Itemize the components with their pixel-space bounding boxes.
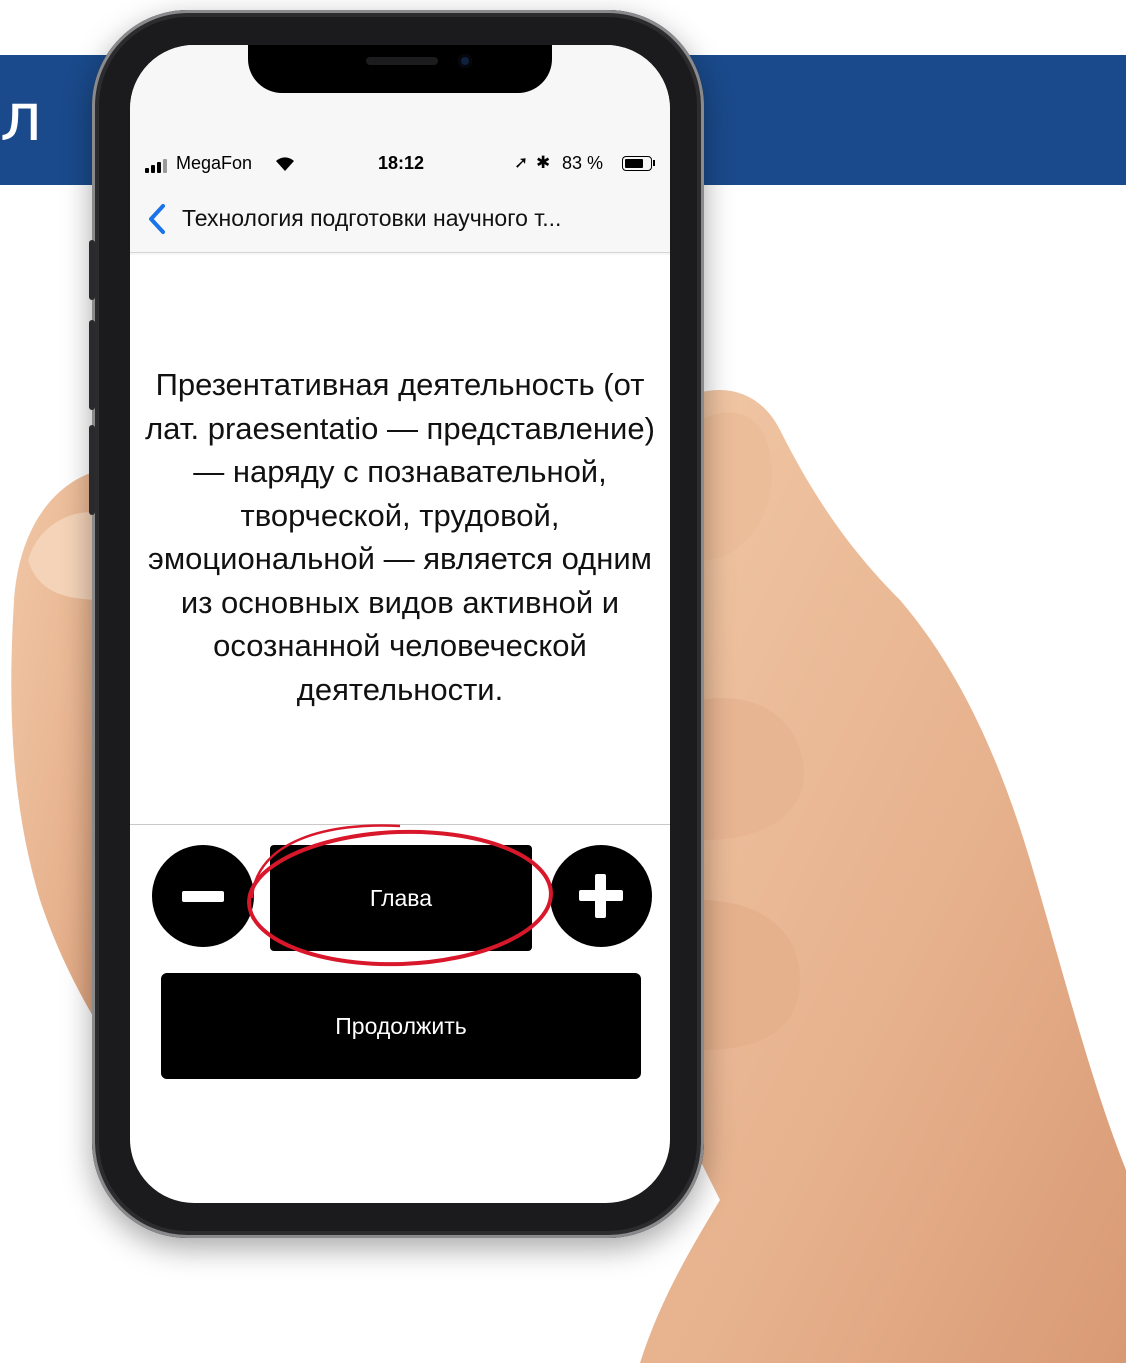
clock: 18:12 (378, 153, 425, 173)
carrier-label: MegaFon (176, 153, 253, 173)
battery-cap (653, 160, 655, 166)
navigation-bar: Технология подготовки научного т... (130, 187, 670, 253)
minus-button[interactable] (152, 845, 254, 947)
plus-button[interactable] (550, 845, 652, 947)
volume-up-button (89, 320, 95, 410)
notch (248, 45, 552, 93)
plus-icon-vertical (595, 874, 606, 918)
battery-percent: 83 % (562, 153, 604, 173)
battery-icon (622, 156, 652, 171)
chapter-button[interactable]: Глава (270, 845, 532, 951)
speaker (366, 57, 438, 65)
side-button (89, 240, 95, 300)
chevron-left-icon[interactable] (147, 203, 167, 235)
status-bar: MegaFon 18:12 ➚ ✱ 83 % (130, 149, 670, 181)
continue-button[interactable]: Продолжить (161, 973, 641, 1079)
phone-screen: MegaFon 18:12 ➚ ✱ 83 % Технология подгот… (130, 45, 670, 1203)
wifi-icon (276, 157, 294, 171)
battery-fill (625, 159, 644, 168)
location-icon: ➚ (514, 153, 529, 172)
bluetooth-icon: ✱ (536, 153, 551, 172)
signal-icon (145, 157, 175, 173)
nav-title[interactable]: Технология подготовки научного т... (182, 205, 652, 232)
volume-down-button (89, 425, 95, 515)
minus-icon (182, 891, 224, 902)
content-text: Презентативная деятельность (от лат. pra… (145, 367, 655, 707)
divider (130, 824, 670, 825)
camera (458, 54, 472, 68)
